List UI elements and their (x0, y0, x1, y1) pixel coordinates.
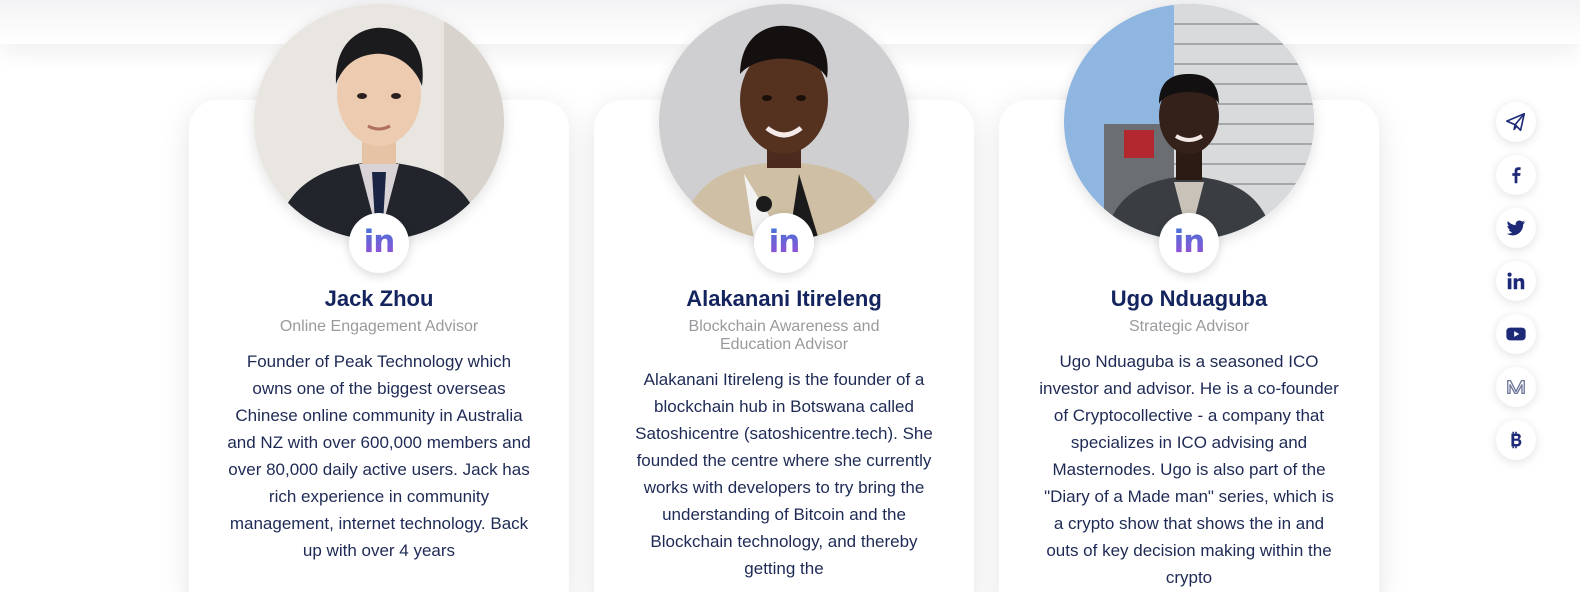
advisor-bio: Alakanani Itireleng is the founder of a … (635, 370, 933, 578)
facebook-icon (1512, 167, 1521, 184)
linkedin-label: in (363, 224, 396, 260)
advisor-name: Ugo Nduaguba (1110, 286, 1268, 311)
linkedin-label: in (1173, 224, 1206, 260)
bitcoin-button[interactable] (1496, 420, 1536, 460)
youtube-button[interactable] (1496, 314, 1536, 354)
youtube-icon (1506, 327, 1526, 341)
advisor-role: Strategic Advisor (1128, 318, 1250, 335)
advisor-role: Online Engagement Advisor (279, 318, 479, 335)
telegram-button[interactable] (1496, 102, 1536, 142)
team-advisors-section: in Jack Zhou Online Engagement Advisor F… (0, 0, 1580, 592)
medium-icon (1507, 379, 1525, 395)
linkedin-icon[interactable]: in (754, 213, 814, 273)
social-links-bar (1496, 102, 1536, 473)
advisor-photo (659, 4, 909, 240)
advisor-photo (1064, 4, 1314, 240)
advisor-card: in Jack Zhou Online Engagement Advisor F… (189, 4, 569, 592)
advisor-role: Blockchain Awareness and Education Advis… (688, 318, 880, 353)
linkedin-label: in (768, 224, 801, 260)
advisor-photo (254, 4, 504, 240)
linkedin-icon (1507, 272, 1525, 290)
linkedin-icon[interactable]: in (1159, 213, 1219, 273)
advisor-bio: Founder of Peak Technology which owns on… (227, 352, 531, 560)
bitcoin-icon (1511, 431, 1522, 449)
linkedin-button[interactable] (1496, 261, 1536, 301)
twitter-icon (1506, 220, 1526, 236)
advisor-bio: Ugo Nduaguba is a seasoned ICO investor … (1039, 352, 1339, 587)
advisor-name: Jack Zhou (324, 286, 434, 311)
twitter-button[interactable] (1496, 208, 1536, 248)
medium-button[interactable] (1496, 367, 1536, 407)
advisor-card: in Alakanani Itireleng Blockchain Awaren… (594, 4, 974, 592)
telegram-icon (1506, 112, 1526, 132)
advisor-name: Alakanani Itireleng (686, 286, 882, 311)
advisor-card: in Ugo Nduaguba Strategic Advisor Ugo Nd… (999, 4, 1379, 592)
linkedin-icon[interactable]: in (349, 213, 409, 273)
facebook-button[interactable] (1496, 155, 1536, 195)
